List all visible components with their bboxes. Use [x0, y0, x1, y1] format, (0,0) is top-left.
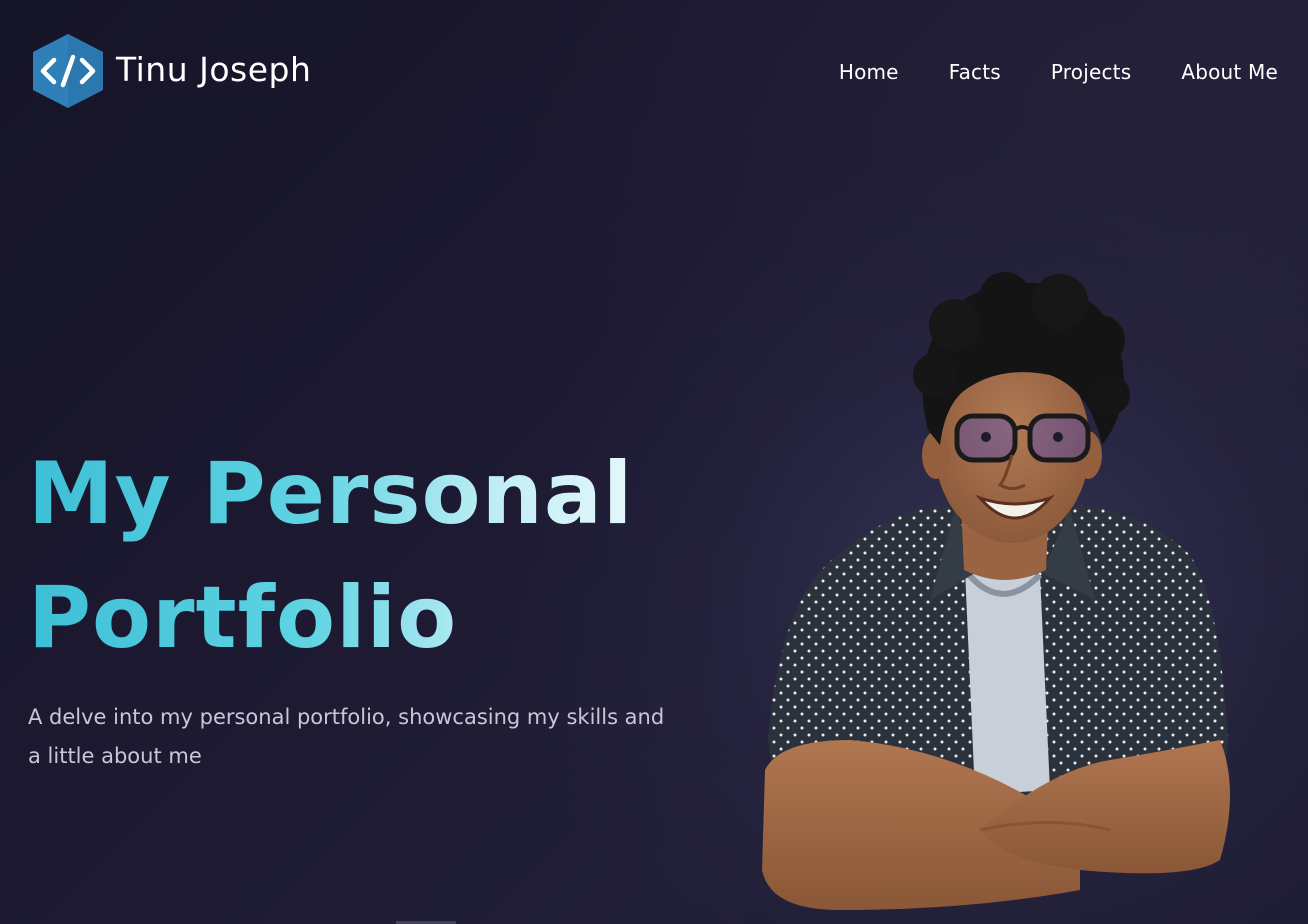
portfolio-page: Tinu Joseph Home Facts Projects About Me… — [0, 0, 1308, 924]
profile-photo — [762, 272, 1230, 910]
logo-link[interactable]: Tinu Joseph — [32, 33, 311, 109]
hero-title-line-2: Portfolio — [28, 568, 458, 668]
hero-description: A delve into my personal portfolio, show… — [28, 705, 665, 768]
hero-title-line-1: My Personal — [28, 444, 634, 544]
nav-about-me[interactable]: About Me — [1181, 60, 1278, 84]
brand-name: Tinu Joseph — [116, 49, 312, 89]
hero-title: My Personal Portfolio — [28, 432, 648, 680]
nav-home[interactable]: Home — [839, 60, 899, 84]
nav-facts[interactable]: Facts — [949, 60, 1001, 84]
main-nav: Home Facts Projects About Me — [839, 60, 1278, 84]
nav-projects[interactable]: Projects — [1051, 60, 1131, 84]
code-brackets-icon — [33, 34, 103, 108]
